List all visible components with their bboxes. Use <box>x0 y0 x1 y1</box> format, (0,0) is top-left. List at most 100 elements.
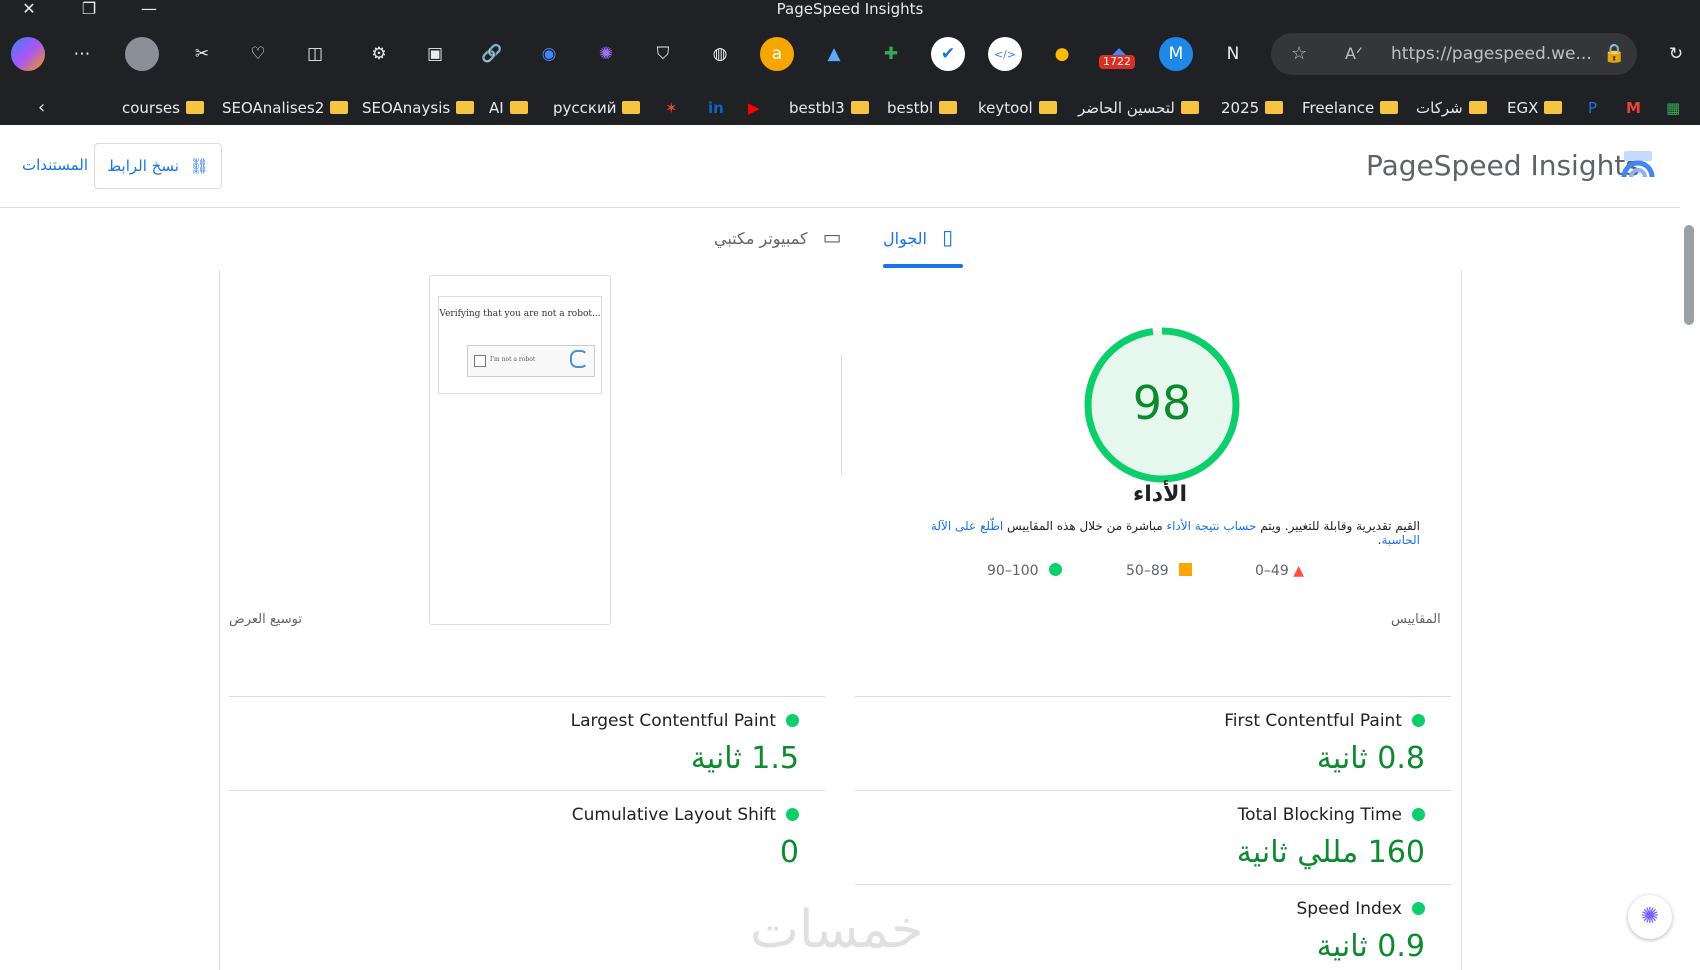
folder-icon <box>1380 101 1399 114</box>
bookmark-courses[interactable]: courses <box>122 91 204 125</box>
bookmark-companies[interactable]: شركات <box>1416 91 1487 125</box>
folder-icon <box>330 101 349 114</box>
performance-title: الأداء <box>1132 482 1187 507</box>
sheets-icon[interactable]: ▦ <box>1666 91 1680 125</box>
bookmark-egx[interactable]: EGX <box>1507 91 1563 125</box>
bookmark-russian[interactable]: русский <box>553 91 641 125</box>
docs-link[interactable]: المستندات <box>22 143 88 187</box>
notion-icon[interactable]: N <box>1216 37 1250 71</box>
bookmark-label: keytool <box>978 99 1033 117</box>
metrics-section-label: المقاييس <box>1391 612 1441 627</box>
bookmark-label: Freelance <box>1302 99 1375 117</box>
bookmark-seoanaysis[interactable]: SEOAnaysis <box>362 91 475 125</box>
heart-icon[interactable]: ♡ <box>241 37 275 71</box>
bookmark-label: شركات <box>1416 99 1463 117</box>
bookmark-label: SEOAnaysis <box>362 99 451 117</box>
metric-cls: Cumulative Layout Shift 0 <box>229 790 825 885</box>
pin-icon[interactable]: ▣ <box>418 37 452 71</box>
paypal-icon[interactable]: P <box>1588 91 1597 125</box>
desc-text: مباشرة من خلال هذه المقاييس <box>1003 519 1167 533</box>
folder-icon <box>509 101 528 114</box>
bookmark-seoanalises2[interactable]: SEOAnalises2 <box>222 91 349 125</box>
link-icon: ⛓ <box>189 157 209 175</box>
bookmark-bestbl[interactable]: bestbl <box>887 91 958 125</box>
chart-icon[interactable]: ▲ <box>817 37 851 71</box>
metric-name: Largest Contentful Paint <box>571 711 799 731</box>
read-aloud-icon[interactable]: Aᐟ <box>1345 33 1363 75</box>
shield-icon[interactable]: ⛉ <box>646 37 680 71</box>
metric-value: 0.8 ثانية <box>1316 741 1425 776</box>
refresh-icon[interactable]: ↻ <box>1659 37 1693 71</box>
spark-icon[interactable]: ✚ <box>874 37 908 71</box>
pass-dot-icon <box>1412 808 1425 821</box>
split-icon[interactable]: ◫ <box>298 37 332 71</box>
bookmark-ai[interactable]: AI <box>489 91 528 125</box>
copilot-icon[interactable] <box>11 37 45 71</box>
metric-label: Total Blocking Time <box>1237 805 1402 825</box>
verification-box: Verifying that you are not a robot... I'… <box>438 296 602 394</box>
bookmark-label: 2025 <box>1221 99 1260 117</box>
metric-tbt: Total Blocking Time 160 مللي ثانية <box>855 790 1451 885</box>
recaptcha-icon <box>570 350 588 368</box>
star-icon[interactable]: ✶ <box>665 91 678 125</box>
scrollbar[interactable] <box>1680 125 1700 970</box>
bookmark-keytool[interactable]: keytool <box>978 91 1057 125</box>
legend-pass: 90–100 <box>987 563 1062 579</box>
code-icon[interactable]: </> <box>988 37 1022 71</box>
metric-label: First Contentful Paint <box>1224 711 1402 731</box>
globe-icon[interactable]: ◍ <box>703 37 737 71</box>
expand-view-link[interactable]: توسيع العرض <box>229 612 302 627</box>
more-icon[interactable]: ⋯ <box>65 37 99 71</box>
puzzle-icon[interactable]: ✂ <box>185 37 219 71</box>
brain-icon[interactable]: ✺ <box>589 37 623 71</box>
ai-assistant-icon[interactable]: ✺ <box>1628 895 1672 939</box>
url-text[interactable]: https://pagespeed.we... <box>1391 33 1592 75</box>
extension-icon[interactable]: ⚙ <box>362 37 396 71</box>
folder-icon <box>1468 101 1487 114</box>
metric-value: 0.9 ثانية <box>1316 929 1425 964</box>
captcha-checkbox <box>474 355 486 367</box>
bookmark-bestbl3[interactable]: bestbl3 <box>789 91 869 125</box>
desc-text: القيم تقديرية وقابلة للتغيير. ويتم <box>1256 519 1420 533</box>
metric-fcp: First Contentful Paint 0.8 ثانية <box>855 696 1451 791</box>
amazon-icon[interactable]: a <box>760 37 794 71</box>
folder-icon <box>1038 101 1057 114</box>
linkedin-icon[interactable]: in <box>708 91 724 125</box>
tab-mobile-label: الجوال <box>883 229 927 248</box>
tab-desktop-label: كمبيوتر مكتبي <box>714 229 808 248</box>
orange-icon[interactable]: ● <box>1045 37 1079 71</box>
copy-link-button[interactable]: نسخ الرابط ⛓ <box>94 143 222 189</box>
square-icon <box>1179 563 1193 576</box>
copy-link-label: نسخ الرابط <box>107 157 179 175</box>
pass-dot-icon <box>786 714 799 727</box>
metric-label: Speed Index <box>1296 899 1403 919</box>
link-icon[interactable]: 🔗 <box>475 37 509 71</box>
bookmark-label: bestbl <box>887 99 934 117</box>
performance-description: القيم تقديرية وقابلة للتغيير. ويتم حساب … <box>900 519 1420 547</box>
page-screenshot: Verifying that you are not a robot... I'… <box>429 275 611 625</box>
check-icon[interactable]: ✔ <box>931 37 965 71</box>
gmail-icon[interactable]: M <box>1626 91 1641 125</box>
device-tabs: الجوال ▯ كمبيوتر مكتبي ▭ <box>0 208 1680 270</box>
title-bar: ✕ ❐ — PageSpeed Insights <box>0 0 1700 18</box>
m-icon[interactable]: M <box>1159 37 1193 71</box>
metric-label: Cumulative Layout Shift <box>571 805 776 825</box>
bookmark-2025[interactable]: 2025 <box>1221 91 1284 125</box>
content-border-left <box>219 270 220 970</box>
scrollbar-thumb[interactable] <box>1684 225 1694 325</box>
tab-desktop[interactable]: كمبيوتر مكتبي ▭ <box>714 208 844 268</box>
youtube-icon[interactable]: ▶ <box>748 91 760 125</box>
calc-score-link[interactable]: حساب نتيجة الأداء <box>1166 519 1256 533</box>
chat-icon[interactable]: ◉ <box>532 37 566 71</box>
captcha-label: I'm not a robot <box>490 356 536 363</box>
pass-dot-icon <box>786 808 799 821</box>
address-bar[interactable]: ☆ Aᐟ https://pagespeed.we... 🔒 <box>1271 33 1637 75</box>
bookmark-improve[interactable]: لتحسين الحاضر <box>1078 91 1199 125</box>
favorite-star-icon[interactable]: ☆ <box>1291 33 1307 75</box>
bookmark-freelance[interactable]: Freelance <box>1302 91 1399 125</box>
pass-dot-icon <box>1412 902 1425 915</box>
metric-value: 1.5 ثانية <box>690 741 799 776</box>
profile-avatar[interactable] <box>125 37 159 71</box>
back-chevron-icon[interactable]: ‹ <box>38 91 45 125</box>
tab-mobile[interactable]: الجوال ▯ <box>883 208 963 268</box>
